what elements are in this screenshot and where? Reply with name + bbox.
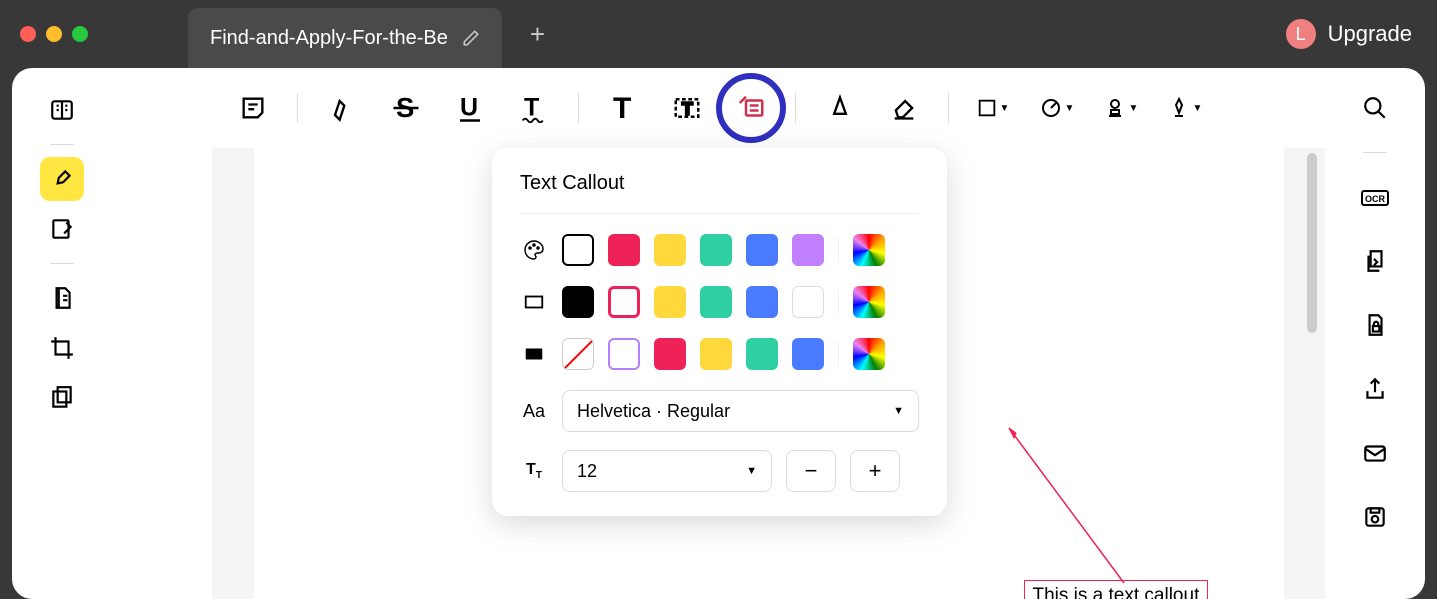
text-box-button[interactable]: T	[667, 88, 707, 128]
svg-text:T: T	[682, 98, 693, 118]
fill-swatch-yellow[interactable]	[700, 338, 732, 370]
border-swatch-black[interactable]	[562, 286, 594, 318]
minimize-window-button[interactable]	[46, 26, 62, 42]
document-tab[interactable]: Find-and-Apply-For-the-Be	[188, 8, 502, 68]
border-color-row	[520, 286, 919, 318]
strikethrough-button[interactable]: S	[386, 88, 426, 128]
fill-color-row	[520, 338, 919, 370]
lock-button[interactable]	[1355, 305, 1395, 345]
chevron-down-icon: ▼	[1129, 103, 1139, 114]
chevron-down-icon: ▼	[1193, 103, 1203, 114]
callout-arrow-line	[1004, 423, 1134, 593]
font-row: Aa Helvetica · Regular ▼	[520, 390, 919, 432]
upgrade-button[interactable]: Upgrade	[1328, 21, 1412, 47]
color-swatch-yellow[interactable]	[654, 234, 686, 266]
new-tab-button[interactable]: +	[530, 19, 545, 50]
share-button[interactable]	[1355, 369, 1395, 409]
border-color-picker-button[interactable]	[853, 286, 885, 318]
chevron-down-icon: ▼	[746, 465, 757, 477]
border-swatch-yellow[interactable]	[654, 286, 686, 318]
border-swatch-teal[interactable]	[700, 286, 732, 318]
svg-text:OCR: OCR	[1365, 194, 1386, 204]
fill-swatch-transparent[interactable]	[608, 338, 640, 370]
selection-ring-icon	[716, 73, 786, 143]
right-sidebar: OCR	[1325, 68, 1425, 599]
ocr-button[interactable]: OCR	[1355, 177, 1395, 217]
shape-tool-dropdown[interactable]: ▼	[973, 88, 1013, 128]
popup-title: Text Callout	[520, 172, 919, 195]
signature-tool-dropdown[interactable]: ▼	[1165, 88, 1205, 128]
palette-icon	[520, 238, 548, 262]
pages-button[interactable]	[40, 376, 84, 420]
squiggly-underline-button[interactable]: T	[514, 88, 554, 128]
close-window-button[interactable]	[20, 26, 36, 42]
text-callout-box[interactable]: This is a text callout	[1024, 580, 1209, 599]
fill-swatch-none[interactable]	[562, 338, 594, 370]
underline-button[interactable]: U	[450, 88, 490, 128]
border-swatch-white[interactable]	[792, 286, 824, 318]
stamp-tool-dropdown[interactable]: ▼	[1101, 88, 1141, 128]
titlebar: Find-and-Apply-For-the-Be + L Upgrade	[0, 0, 1437, 68]
fill-icon	[520, 343, 548, 365]
line-tool-dropdown[interactable]: ▼	[1037, 88, 1077, 128]
chevron-down-icon: ▼	[1065, 103, 1075, 114]
color-swatch-red[interactable]	[608, 234, 640, 266]
fill-form-button[interactable]	[40, 276, 84, 320]
border-icon	[520, 291, 548, 313]
text-size-icon: TT	[520, 461, 548, 481]
color-swatch-blue[interactable]	[746, 234, 778, 266]
reader-mode-button[interactable]	[40, 88, 84, 132]
pencil-icon	[462, 29, 480, 47]
color-swatch-teal[interactable]	[700, 234, 732, 266]
top-toolbar: S U T T T ▼ ▼	[112, 68, 1325, 148]
highlight-text-button[interactable]	[322, 88, 362, 128]
text-tool-button[interactable]: T	[603, 88, 643, 128]
app-body: S U T T T ▼ ▼	[12, 68, 1425, 599]
highlighter-tool-button[interactable]	[40, 157, 84, 201]
border-swatch-red-selected[interactable]	[608, 286, 640, 318]
traffic-lights	[20, 26, 88, 42]
svg-text:T: T	[613, 93, 631, 123]
increase-size-button[interactable]: +	[850, 450, 900, 492]
chevron-down-icon: ▼	[893, 405, 904, 417]
eraser-tool-button[interactable]	[884, 88, 924, 128]
pen-tool-button[interactable]	[820, 88, 860, 128]
font-family-select[interactable]: Helvetica · Regular ▼	[562, 390, 919, 432]
decrease-size-button[interactable]: −	[786, 450, 836, 492]
color-picker-button[interactable]	[853, 234, 885, 266]
fill-swatch-teal[interactable]	[746, 338, 778, 370]
sign-tool-button[interactable]	[40, 207, 84, 251]
maximize-window-button[interactable]	[72, 26, 88, 42]
color-swatch-purple[interactable]	[792, 234, 824, 266]
font-size-select[interactable]: 12 ▼	[562, 450, 772, 492]
scrollbar[interactable]	[1307, 153, 1317, 333]
note-tool-button[interactable]	[233, 88, 273, 128]
upgrade-area: L Upgrade	[1286, 19, 1412, 49]
email-button[interactable]	[1355, 433, 1395, 473]
text-color-row	[520, 234, 919, 266]
save-button[interactable]	[1355, 497, 1395, 537]
fill-swatch-red[interactable]	[654, 338, 686, 370]
border-swatch-blue[interactable]	[746, 286, 778, 318]
font-icon: Aa	[520, 401, 548, 422]
svg-text:T: T	[524, 94, 539, 122]
text-callout-button[interactable]	[731, 88, 771, 128]
tab-title: Find-and-Apply-For-the-Be	[210, 27, 448, 50]
font-size-row: TT 12 ▼ − +	[520, 450, 919, 492]
fill-swatch-blue[interactable]	[792, 338, 824, 370]
color-swatch-black[interactable]	[562, 234, 594, 266]
avatar[interactable]: L	[1286, 19, 1316, 49]
left-sidebar	[12, 68, 112, 599]
callout-properties-popup: Text Callout	[492, 148, 947, 516]
convert-button[interactable]	[1355, 241, 1395, 281]
search-button[interactable]	[1355, 88, 1395, 128]
crop-tool-button[interactable]	[40, 326, 84, 370]
svg-text:U: U	[460, 94, 478, 122]
chevron-down-icon: ▼	[1000, 103, 1010, 114]
fill-color-picker-button[interactable]	[853, 338, 885, 370]
